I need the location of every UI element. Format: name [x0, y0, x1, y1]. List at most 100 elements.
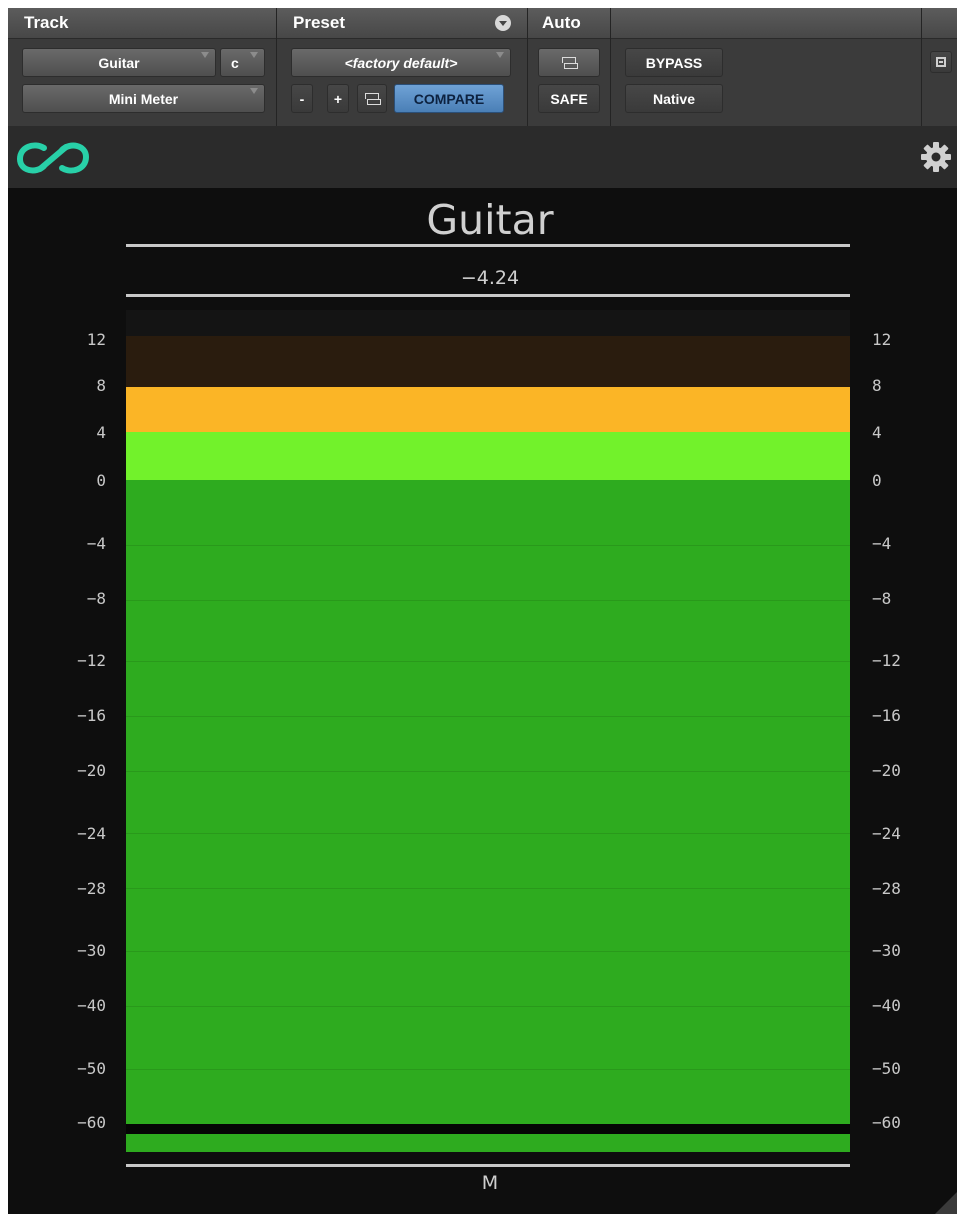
grid-line	[126, 545, 850, 546]
track-select[interactable]: Guitar	[22, 48, 216, 77]
scale-tick-left: −28	[77, 879, 106, 898]
resize-corner-icon[interactable]	[935, 1192, 957, 1214]
preset-select[interactable]: <factory default>	[291, 48, 511, 77]
scale-tick-right: −50	[872, 1059, 901, 1078]
gear-icon[interactable]	[919, 140, 953, 179]
meter-peak-hold-bar	[126, 1134, 850, 1152]
scale-tick-right: −12	[872, 651, 901, 670]
meter-zone-below-0	[126, 480, 850, 1124]
plugin-toolbar	[8, 126, 957, 188]
grid-line	[126, 661, 850, 662]
peak-divider	[126, 294, 850, 297]
grid-line	[126, 951, 850, 952]
bypass-label: BYPASS	[645, 54, 703, 71]
scale-tick-right: −4	[872, 534, 892, 553]
compare-button[interactable]: COMPARE	[394, 84, 504, 113]
meter-gap	[126, 1124, 850, 1134]
scale-tick-left: 8	[96, 376, 106, 395]
preset-name: <factory default>	[344, 54, 458, 71]
scale-tick-left: −12	[77, 651, 106, 670]
scale-tick-left: 4	[96, 423, 106, 442]
scale-tick-left: −30	[77, 941, 106, 960]
meter-zone-0-to-4	[126, 432, 850, 480]
grid-line	[126, 716, 850, 717]
scale-tick-right: 8	[872, 376, 882, 395]
scale-tick-left: −4	[86, 534, 106, 553]
channel-label: M	[481, 1172, 499, 1194]
window-icon	[936, 57, 946, 67]
plugin-header: Track Preset Auto Guitar c Mini Meter <f…	[8, 8, 957, 126]
meter-zone-4-to-8	[126, 387, 850, 432]
divider	[610, 8, 611, 126]
previous-preset-button[interactable]: -	[291, 84, 313, 113]
scale-tick-left: 0	[96, 471, 106, 490]
scale-tick-left: −24	[77, 824, 106, 843]
automation-icon	[562, 57, 578, 69]
preset-section-header: Preset	[277, 8, 527, 39]
track-section-title: Track	[24, 13, 69, 32]
plugin-select[interactable]: Mini Meter	[22, 84, 265, 113]
track-name: Guitar	[98, 54, 140, 71]
title-divider	[126, 244, 850, 247]
scale-tick-right: −8	[872, 589, 892, 608]
plus-label: +	[333, 90, 343, 107]
scale-tick-right: −30	[872, 941, 901, 960]
scale-tick-left: −60	[77, 1113, 106, 1132]
chevron-down-icon	[250, 88, 258, 94]
grid-line	[126, 1069, 850, 1070]
grid-line	[126, 600, 850, 601]
safe-label: SAFE	[550, 90, 588, 107]
grid-line	[126, 888, 850, 889]
preset-menu-icon[interactable]	[495, 15, 511, 31]
copy-settings-button[interactable]	[357, 84, 387, 113]
scale-tick-left: −16	[77, 706, 106, 725]
native-label: Native	[652, 90, 696, 107]
copy-icon	[365, 93, 381, 105]
automation-button[interactable]	[538, 48, 600, 77]
chevron-down-icon	[250, 52, 258, 58]
scale-tick-right: −16	[872, 706, 901, 725]
chevron-down-icon	[201, 52, 209, 58]
scale-tick-right: 0	[872, 471, 882, 490]
scale-tick-left: −8	[86, 589, 106, 608]
channel-select[interactable]: c	[220, 48, 265, 77]
scale-tick-right: −24	[872, 824, 901, 843]
scale-tick-right: 12	[872, 330, 892, 349]
meter-title: Guitar	[426, 196, 554, 244]
peak-value-readout[interactable]: −4.24	[420, 267, 560, 289]
preset-section-title: Preset	[293, 13, 345, 32]
plugin-name: Mini Meter	[108, 90, 179, 107]
scale-tick-right: −20	[872, 761, 901, 780]
native-button[interactable]: Native	[625, 84, 723, 113]
bypass-button[interactable]: BYPASS	[625, 48, 723, 77]
minus-label: -	[299, 90, 305, 107]
safe-button[interactable]: SAFE	[538, 84, 600, 113]
scale-tick-right: −28	[872, 879, 901, 898]
auto-section-header: Auto	[528, 8, 610, 39]
track-section-header: Track	[8, 8, 276, 39]
window-section-header	[922, 8, 957, 39]
divider	[921, 8, 922, 126]
channel-divider	[126, 1164, 850, 1167]
scale-tick-right: 4	[872, 423, 882, 442]
chevron-down-icon	[496, 52, 504, 58]
scale-tick-left: −50	[77, 1059, 106, 1078]
target-window-button[interactable]	[930, 51, 952, 73]
auto-section-title: Auto	[542, 13, 581, 32]
scale-tick-right: −60	[872, 1113, 901, 1132]
grid-line	[126, 1006, 850, 1007]
meter-headroom	[126, 310, 850, 336]
next-preset-button[interactable]: +	[327, 84, 349, 113]
channel-letter: c	[231, 54, 239, 71]
scale-tick-left: 12	[86, 330, 106, 349]
grid-line	[126, 833, 850, 834]
grid-line	[126, 771, 850, 772]
meter-zone-above-8	[126, 336, 850, 387]
scale-tick-left: −20	[77, 761, 106, 780]
scale-tick-left: −40	[77, 996, 106, 1015]
divider	[527, 8, 528, 126]
scale-tick-right: −40	[872, 996, 901, 1015]
compare-label: COMPARE	[413, 90, 485, 107]
bypass-section-header	[611, 8, 921, 39]
infinity-link-logo-icon[interactable]	[14, 139, 92, 182]
